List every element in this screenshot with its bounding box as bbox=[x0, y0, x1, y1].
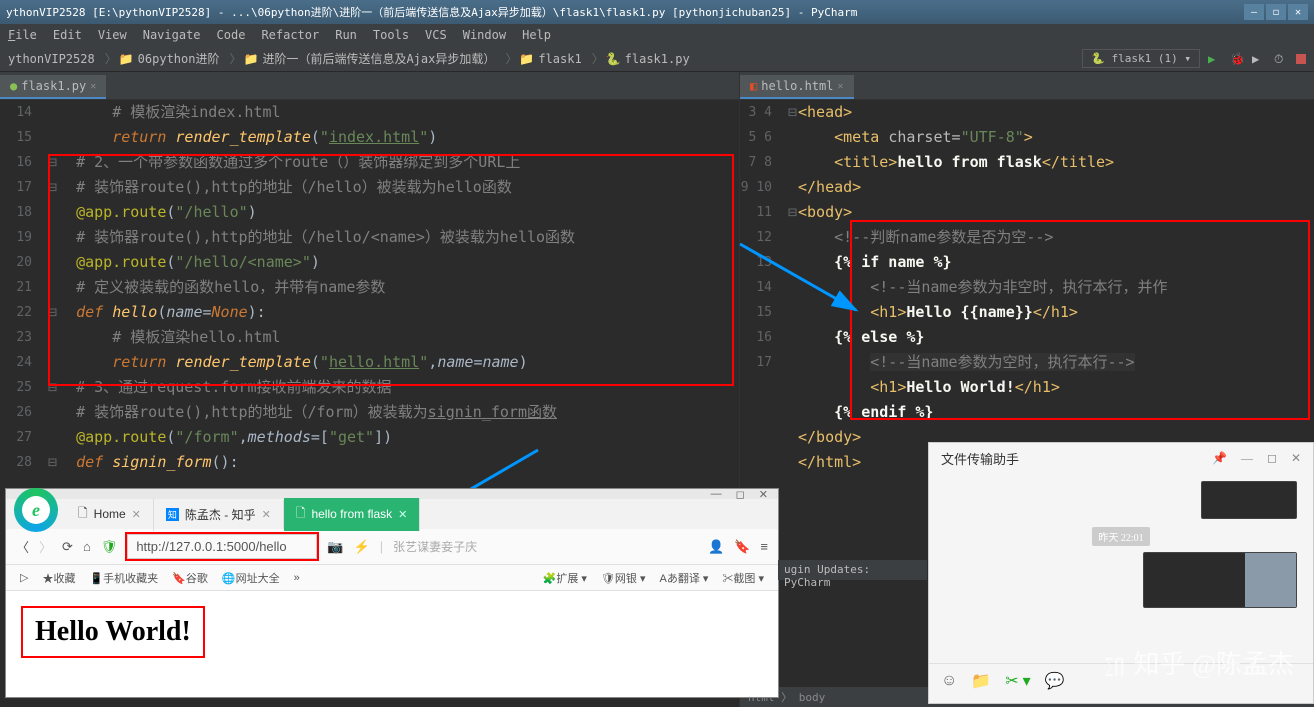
bookmarks-bar: ▷ ★收藏 📱手机收藏夹 🔖谷歌 🌐网址大全 » 🧩扩展 ▾ 🛡网银 ▾ Aあ翻… bbox=[6, 565, 778, 591]
left-tab-bar: ● flask1.py ✕ bbox=[0, 72, 739, 100]
tab-label: flask1.py bbox=[21, 79, 86, 93]
flash-icon[interactable]: ⚡ bbox=[354, 539, 370, 555]
browser-window: — ◻ ✕ 🗋 Home ✕ 知 陈孟杰 - 知乎 ✕ 🗋 hello from… bbox=[5, 488, 779, 698]
wc-max-icon[interactable]: ◻ bbox=[1267, 451, 1277, 466]
menu-help[interactable]: Help bbox=[522, 28, 551, 42]
wechat-window: 文件传输助手 📌 — ◻ ✕ 昨天 22:01 ☺ 📁 ✂ ▾ 💬 bbox=[928, 442, 1314, 704]
bm-mobile[interactable]: 📱手机收藏夹 bbox=[89, 570, 158, 586]
wechat-input-toolbar: ☺ 📁 ✂ ▾ 💬 bbox=[929, 663, 1313, 697]
plugin-update-status[interactable]: ugin Updates: PyCharm bbox=[778, 560, 927, 580]
tb-trans[interactable]: Aあ翻译 ▾ bbox=[660, 570, 709, 586]
wechat-timestamp: 昨天 22:01 bbox=[1092, 527, 1149, 546]
back-icon[interactable]: 〈 bbox=[16, 537, 29, 556]
browser-tab-flask[interactable]: 🗋 hello from flask ✕ bbox=[284, 498, 421, 531]
wechat-image-msg[interactable] bbox=[1201, 481, 1297, 519]
bm-google[interactable]: 🔖谷歌 bbox=[172, 570, 208, 586]
menu-vcs[interactable]: VCS bbox=[425, 28, 447, 42]
home-icon[interactable]: ⌂ bbox=[83, 539, 91, 554]
forward-icon[interactable]: 〉 bbox=[39, 537, 52, 556]
menu-file[interactable]: File bbox=[8, 28, 37, 42]
bm-sites[interactable]: 🌐网址大全 bbox=[222, 570, 280, 586]
close-icon[interactable]: ✕ bbox=[398, 508, 407, 521]
profile-icon[interactable]: ⏱ bbox=[1274, 52, 1288, 66]
html-icon: ◧ bbox=[750, 79, 757, 93]
tab-flask1py[interactable]: ● flask1.py ✕ bbox=[0, 75, 106, 99]
hello-output: Hello World! bbox=[21, 606, 205, 658]
reload-icon[interactable]: ⟳ bbox=[62, 539, 73, 555]
menu-refactor[interactable]: Refactor bbox=[261, 28, 319, 42]
browser-tab-zhihu[interactable]: 知 陈孟杰 - 知乎 ✕ bbox=[154, 500, 284, 529]
menu-run[interactable]: Run bbox=[335, 28, 357, 42]
window-controls: — ◻ ✕ bbox=[1244, 4, 1308, 20]
python-icon: ● bbox=[10, 79, 17, 93]
wechat-body[interactable]: 昨天 22:01 bbox=[929, 473, 1313, 663]
wc-close-icon[interactable]: ✕ bbox=[1291, 451, 1301, 466]
breadcrumb-root[interactable]: ythonVIP2528 bbox=[8, 52, 95, 66]
maximize-button[interactable]: ◻ bbox=[1266, 4, 1286, 20]
coverage-icon[interactable]: ▶ bbox=[1252, 52, 1266, 66]
window-title: ythonVIP2528 [E:\pythonVIP2528] - ...\06… bbox=[6, 4, 857, 20]
tab-label: hello.html bbox=[761, 79, 833, 93]
run-icon[interactable]: ▶ bbox=[1208, 52, 1222, 66]
close-icon[interactable]: ✕ bbox=[132, 508, 141, 521]
tb-bank[interactable]: 🛡网银 ▾ bbox=[601, 570, 646, 586]
close-icon[interactable]: ✕ bbox=[262, 508, 271, 521]
minimize-button[interactable]: — bbox=[1244, 4, 1264, 20]
run-config-selector[interactable]: 🐍 flask1 (1) ▾ bbox=[1082, 49, 1200, 68]
user-icon[interactable]: 👤 bbox=[708, 539, 724, 555]
browser-tabs: 🗋 Home ✕ 知 陈孟杰 - 知乎 ✕ 🗋 hello from flask… bbox=[6, 499, 778, 529]
folder-icon[interactable]: 📁 bbox=[971, 671, 991, 691]
browser-tab-home[interactable]: 🗋 Home ✕ bbox=[66, 498, 154, 531]
hello-heading: Hello World! bbox=[35, 616, 191, 648]
tb-ext[interactable]: 🧩扩展 ▾ bbox=[543, 570, 587, 586]
emoji-icon[interactable]: ☺ bbox=[941, 672, 957, 690]
stop-icon[interactable] bbox=[1296, 54, 1306, 64]
breadcrumb-folder[interactable]: 📁 06python进阶 bbox=[119, 50, 220, 67]
expand-icon[interactable]: ▷ bbox=[20, 571, 28, 584]
camera-icon[interactable]: 📷 bbox=[327, 539, 343, 555]
browser-logo-icon: e bbox=[14, 488, 58, 532]
wc-min-icon[interactable]: — bbox=[1241, 451, 1253, 466]
close-icon[interactable]: ✕ bbox=[90, 81, 96, 92]
tb-cap[interactable]: ✂截图 ▾ bbox=[722, 570, 764, 586]
url-bar[interactable]: http://127.0.0.1:5000/hello bbox=[127, 534, 317, 559]
bm-more[interactable]: » bbox=[294, 572, 300, 584]
debug-icon[interactable]: 🐞 bbox=[1230, 52, 1244, 66]
bookmark-icon[interactable]: 🔖 bbox=[734, 539, 750, 555]
breadcrumb-folder[interactable]: 📁 flask1 bbox=[519, 52, 581, 66]
right-tab-bar: ◧ hello.html ✕ bbox=[740, 72, 1314, 100]
tab-hellohtml[interactable]: ◧ hello.html ✕ bbox=[740, 75, 854, 99]
breadcrumb-folder[interactable]: 📁 进阶一（前后端传送信息及Ajax异步加载） bbox=[244, 50, 496, 67]
menu-tools[interactable]: Tools bbox=[373, 28, 409, 42]
shield-icon: 🛡 bbox=[101, 539, 118, 555]
menu-window[interactable]: Window bbox=[463, 28, 506, 42]
browser-body: Hello World! bbox=[6, 591, 778, 673]
breadcrumb-file[interactable]: 🐍 flask1.py bbox=[606, 52, 690, 66]
wechat-title-text: 文件传输助手 bbox=[941, 449, 1019, 468]
wechat-image-msg[interactable] bbox=[1143, 552, 1297, 608]
pycharm-titlebar: ythonVIP2528 [E:\pythonVIP2528] - ...\06… bbox=[0, 0, 1314, 24]
browser-toolbar: 〈 〉 ⟳ ⌂ 🛡 http://127.0.0.1:5000/hello 📷 … bbox=[6, 529, 778, 565]
chat-icon[interactable]: 💬 bbox=[1045, 671, 1065, 691]
menubar: File Edit View Navigate Code Refactor Ru… bbox=[0, 24, 1314, 46]
wechat-titlebar: 文件传输助手 📌 — ◻ ✕ bbox=[929, 443, 1313, 473]
pin-icon[interactable]: 📌 bbox=[1212, 451, 1227, 466]
menu-edit[interactable]: Edit bbox=[53, 28, 82, 42]
close-button[interactable]: ✕ bbox=[1288, 4, 1308, 20]
menu-view[interactable]: View bbox=[98, 28, 127, 42]
search-box[interactable]: 张艺谋妻妾子庆 bbox=[393, 538, 477, 555]
navbar: ythonVIP2528〉 📁 06python进阶〉 📁 进阶一（前后端传送信… bbox=[0, 46, 1314, 72]
bm-fav[interactable]: ★收藏 bbox=[42, 570, 75, 586]
menu-code[interactable]: Code bbox=[217, 28, 246, 42]
menu-navigate[interactable]: Navigate bbox=[143, 28, 201, 42]
menu-icon[interactable]: ≡ bbox=[760, 539, 768, 554]
scissors-icon[interactable]: ✂ ▾ bbox=[1005, 671, 1030, 691]
close-icon[interactable]: ✕ bbox=[837, 81, 843, 92]
